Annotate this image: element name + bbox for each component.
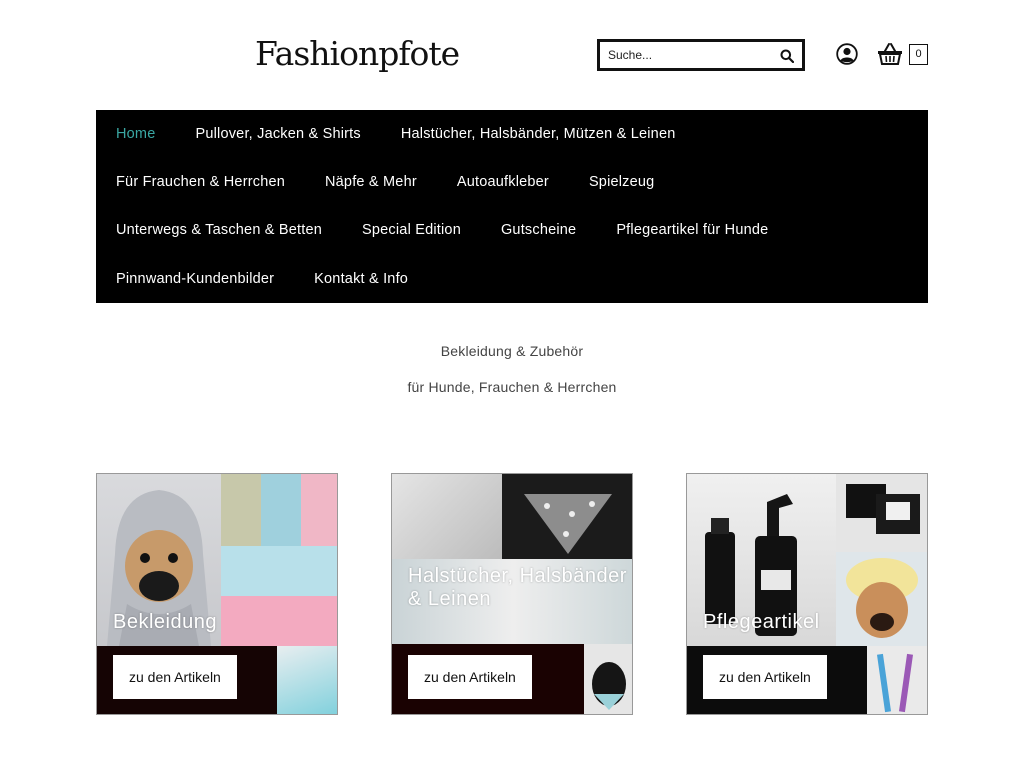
category-card-halstuecher[interactable]: Halstücher, Halsbänder & Leinen zu den A… (391, 473, 633, 715)
nav-row: Unterwegs & Taschen & Betten Special Edi… (96, 206, 788, 254)
dog-toothbrush-picture (876, 653, 914, 713)
nav-item-frauchen-herrchen[interactable]: Für Frauchen & Herrchen (116, 174, 285, 190)
nav-row: Für Frauchen & Herrchen Näpfe & Mehr Aut… (96, 158, 674, 206)
nav-item-gutscheine[interactable]: Gutscheine (501, 222, 576, 238)
leash-image (392, 474, 502, 559)
search-icon[interactable] (780, 49, 794, 63)
pink-pullover-image (301, 474, 337, 546)
main-navigation: Home Pullover, Jacken & Shirts Halstüche… (96, 110, 928, 303)
bandana-dog-image (502, 474, 632, 559)
khaki-pullover-image (221, 474, 261, 546)
shopping-basket-icon[interactable] (877, 42, 903, 66)
blue-pullover-image (261, 474, 301, 546)
nav-item-special-edition[interactable]: Special Edition (362, 222, 461, 238)
dog-shower-cap-image (836, 552, 927, 646)
jacket-image (277, 646, 337, 714)
nav-item-pflegeartikel[interactable]: Pflegeartikel für Hunde (616, 222, 768, 238)
bulldog-shower-cap-picture (846, 558, 918, 638)
nav-item-unterwegs[interactable]: Unterwegs & Taschen & Betten (116, 222, 322, 238)
gift-box-image (836, 474, 927, 552)
site-header: Fashionpfote 0 (0, 0, 1024, 110)
intro-line-1: Bekleidung & Zubehör (440, 343, 584, 359)
category-card-bekleidung[interactable]: Bekleidung zu den Artikeln (96, 473, 338, 715)
intro-line-2: für Hunde, Frauchen & Herrchen (407, 379, 617, 395)
nav-item-pinnwand[interactable]: Pinnwand-Kundenbilder (116, 271, 274, 287)
card-title: Halstücher, Halsbänder & Leinen (408, 565, 627, 610)
nav-item-halstuecher[interactable]: Halstücher, Halsbänder, Mützen & Leinen (401, 126, 676, 142)
search-box[interactable] (597, 39, 805, 71)
cart-count-badge[interactable]: 0 (909, 44, 928, 65)
black-box-picture (846, 484, 920, 534)
nav-item-naepfe[interactable]: Näpfe & Mehr (325, 174, 417, 190)
nav-item-kontakt[interactable]: Kontakt & Info (314, 271, 408, 287)
nav-row: Pinnwand-Kundenbilder Kontakt & Info (96, 255, 428, 303)
card-title: Pflegeartikel (703, 611, 820, 633)
dog-with-bandana-image (584, 644, 632, 714)
bulldog-picture (592, 662, 626, 710)
toothbrush-image (867, 646, 927, 714)
nav-item-spielzeug[interactable]: Spielzeug (589, 174, 655, 190)
category-card-pflegeartikel[interactable]: Pflegeartikel zu den Artikeln (686, 473, 928, 715)
nav-item-home[interactable]: Home (116, 126, 155, 142)
folded-shirts-image (221, 546, 337, 646)
to-articles-button[interactable]: zu den Artikeln (703, 655, 827, 699)
to-articles-button[interactable]: zu den Artikeln (113, 655, 237, 699)
star-bandana-picture (524, 494, 612, 554)
nav-item-pullover[interactable]: Pullover, Jacken & Shirts (195, 126, 360, 142)
user-account-icon[interactable] (836, 43, 858, 65)
nav-item-autoaufkleber[interactable]: Autoaufkleber (457, 174, 549, 190)
nav-row: Home Pullover, Jacken & Shirts Halstüche… (96, 110, 695, 158)
to-articles-button[interactable]: zu den Artikeln (408, 655, 532, 699)
card-title: Bekleidung (113, 611, 217, 633)
site-logo[interactable]: Fashionpfote (255, 34, 460, 73)
search-input[interactable] (608, 48, 768, 62)
